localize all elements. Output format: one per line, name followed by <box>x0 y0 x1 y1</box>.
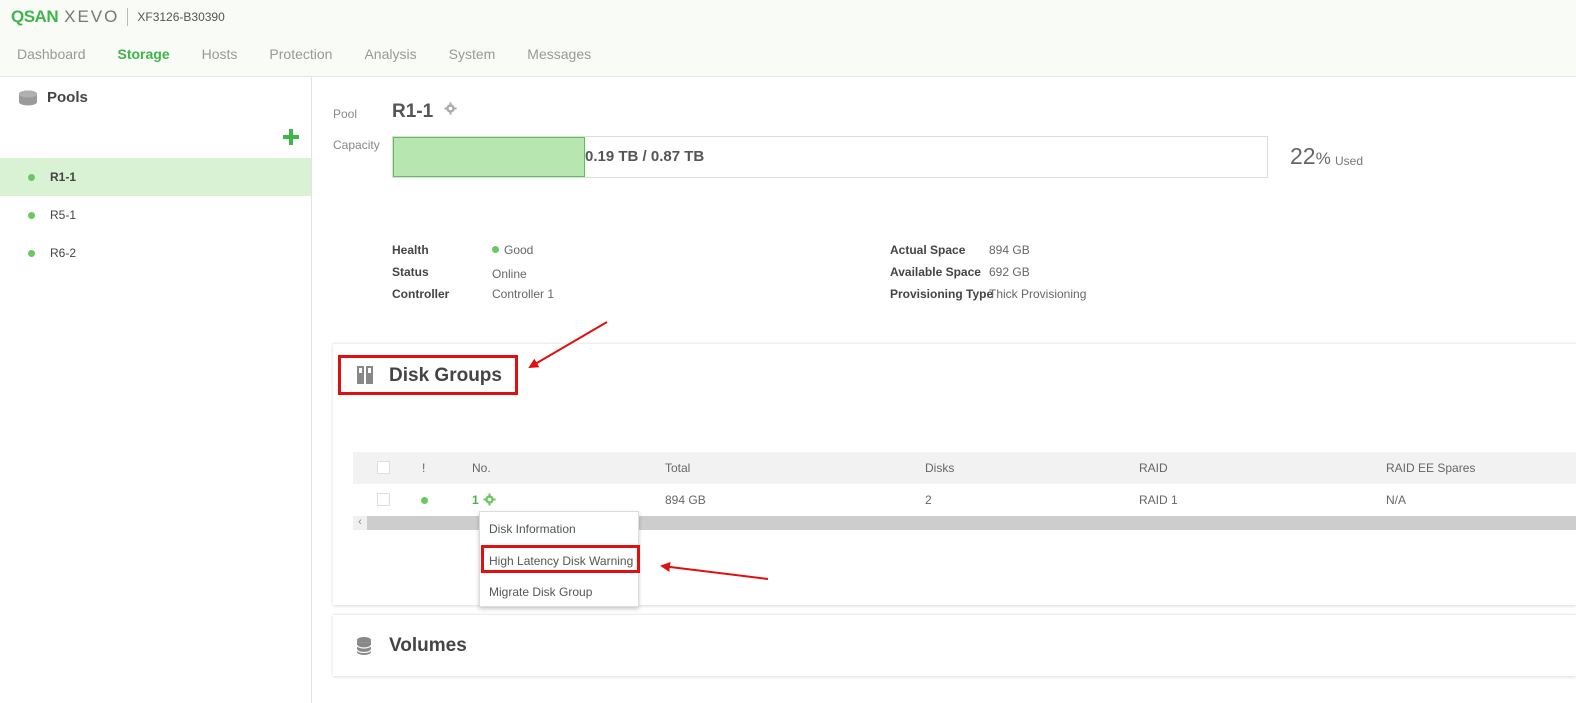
annotation-arrow-disk-groups <box>528 321 608 369</box>
annotation-arrows <box>528 321 769 580</box>
app-window: QSAN XEVO XF3126-B30390 Dashboard Storag… <box>0 0 1576 703</box>
annotation-arrow-high-latency <box>660 562 769 580</box>
